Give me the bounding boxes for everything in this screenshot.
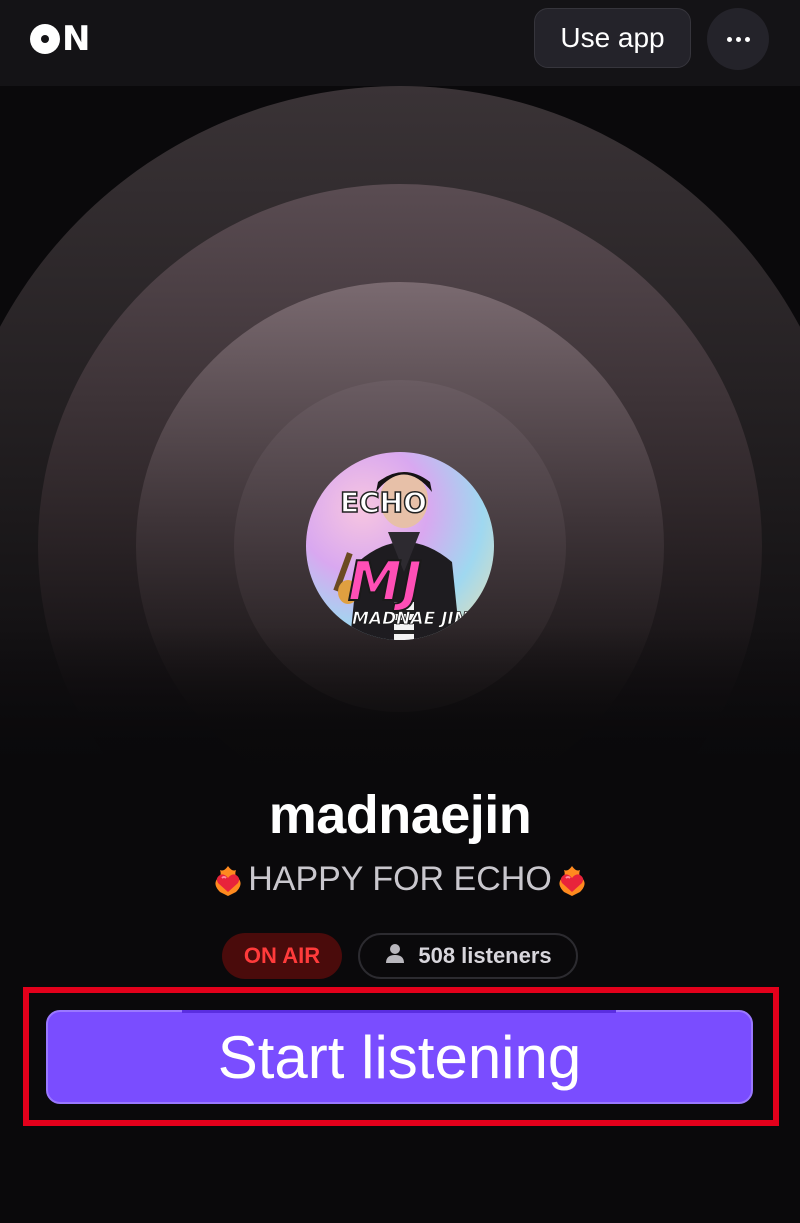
heart-on-fire-icon [210,862,246,898]
room-title-text: HAPPY FOR ECHO [248,860,552,898]
avatar-echo-text: ECHO [340,486,427,519]
person-icon [384,942,406,970]
more-options-button[interactable] [707,8,769,70]
start-listening-button[interactable]: Start listening [46,1010,753,1104]
audio-rings-background [0,86,800,786]
avatar-madnaejin-text: MADNAE JIN [352,609,468,629]
listeners-badge: 508 listeners [358,933,578,979]
logo-n-letter: N [62,19,91,59]
on-air-badge: ON AIR [222,933,342,979]
listeners-count: 508 listeners [418,943,552,968]
app-logo[interactable]: N [30,19,91,59]
use-app-button[interactable]: Use app [534,8,691,68]
room-title: HAPPY FOR ECHO [0,860,800,899]
host-username: madnaejin [268,785,532,845]
avatar-mj-text: MJ [348,550,422,613]
rings-fade [0,626,800,786]
more-horizontal-icon [726,36,732,42]
page: N Use app ECHO MJ MADNAE JIN madnaejin H… [0,0,800,1223]
host-avatar[interactable]: ECHO MJ MADNAE JIN [306,452,494,640]
top-bar: N Use app [0,0,800,86]
heart-on-fire-icon [554,862,590,898]
logo-o-icon [30,24,60,54]
avatar-artwork: ECHO MJ MADNAE JIN [333,472,468,640]
status-badges: ON AIR 508 listeners [0,933,800,979]
